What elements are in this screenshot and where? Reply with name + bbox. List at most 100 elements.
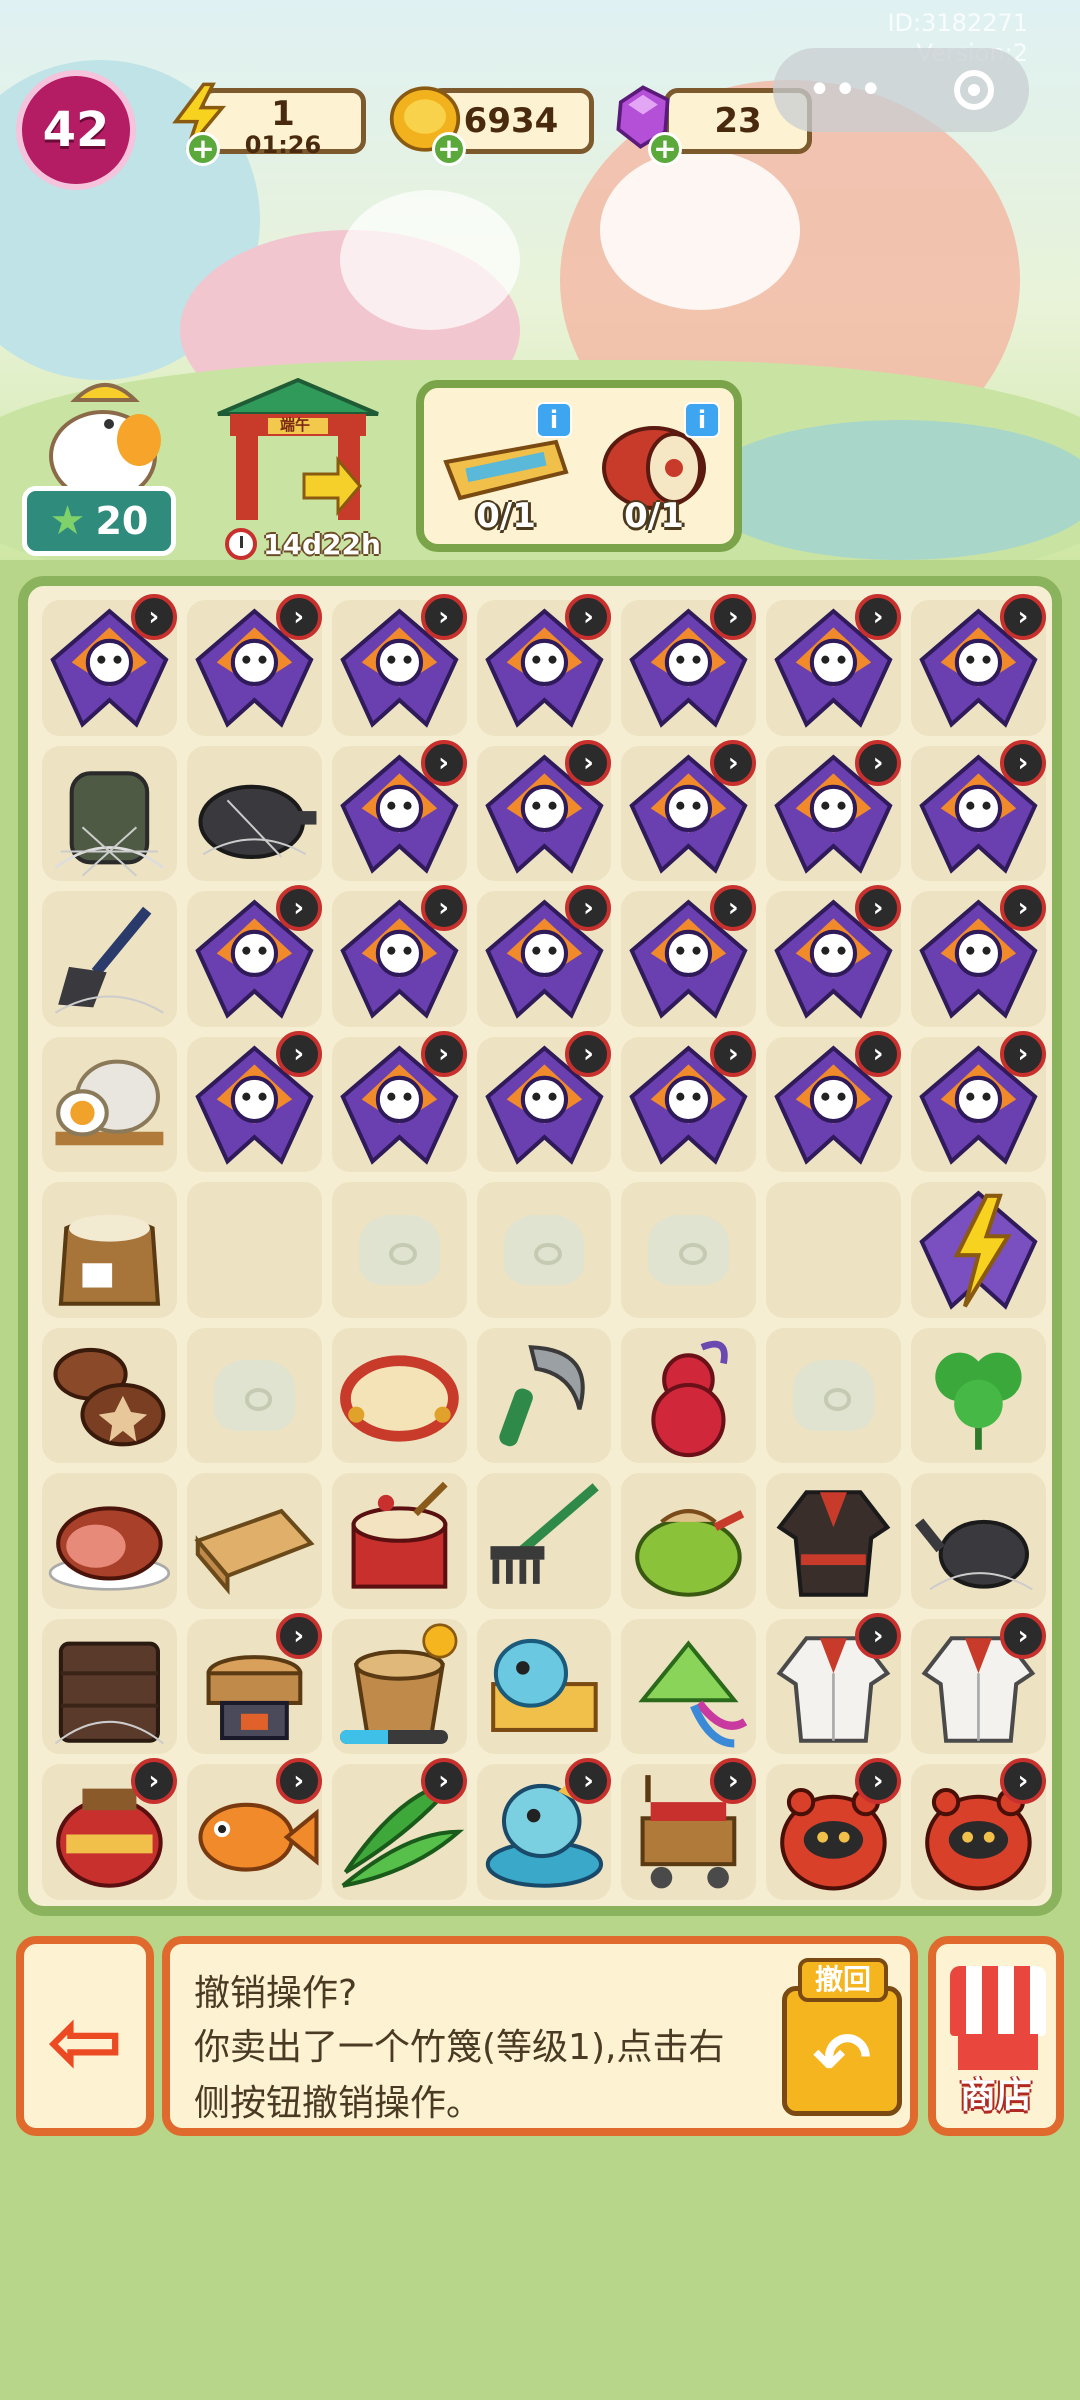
lightning-kite-icon[interactable] [911, 1182, 1046, 1318]
board-cell[interactable] [766, 1182, 902, 1318]
sickle-icon[interactable] [477, 1328, 612, 1464]
add-gems-button[interactable]: + [648, 132, 682, 166]
board-cell[interactable] [766, 1327, 902, 1464]
board-cell[interactable] [42, 1618, 177, 1755]
board-cell[interactable]: › [911, 1030, 1046, 1173]
board-cell[interactable]: › [476, 739, 612, 882]
board-cell[interactable] [476, 1182, 612, 1318]
board-cell[interactable]: › [186, 1758, 322, 1900]
undo-button[interactable]: ↶ [782, 1986, 902, 2116]
board-cell[interactable] [621, 1473, 757, 1609]
exit-button[interactable]: ⇦ [16, 1936, 154, 2136]
board-cell[interactable]: › [331, 885, 467, 1027]
cobweb-shovel-icon[interactable] [42, 891, 177, 1027]
herb-icon[interactable] [911, 1328, 1046, 1464]
zongzi-sachet-icon[interactable] [621, 1619, 756, 1755]
wood-log-icon[interactable] [187, 1473, 322, 1609]
board-cell[interactable] [911, 1473, 1046, 1609]
board-cell[interactable] [42, 1473, 177, 1609]
board-cell[interactable] [621, 1182, 757, 1318]
board-cell[interactable]: › [331, 594, 467, 736]
board-cell[interactable]: › [621, 739, 757, 882]
board-cell[interactable]: › [42, 1758, 177, 1900]
board-cell[interactable] [911, 1182, 1046, 1318]
player-level-badge[interactable]: 42 [16, 70, 136, 190]
board-cell[interactable]: › [331, 1030, 467, 1173]
board-cell[interactable]: › [911, 1612, 1046, 1755]
info-icon[interactable]: i [684, 402, 720, 438]
board-cell[interactable] [621, 1327, 757, 1464]
board-cell[interactable] [42, 891, 177, 1027]
more-options-icon[interactable]: ••• [808, 67, 885, 113]
board-cell[interactable]: › [186, 885, 322, 1027]
board-cell[interactable]: › [42, 594, 177, 736]
board-cell[interactable]: › [766, 594, 902, 736]
rice-sack-icon[interactable] [42, 1182, 177, 1318]
board-cell[interactable] [331, 1473, 467, 1609]
tambourine-icon[interactable] [332, 1328, 467, 1464]
star-counter[interactable]: ★ 20 [22, 486, 176, 556]
miniprogram-capsule[interactable]: ••• [773, 48, 1029, 132]
board-cell[interactable] [331, 1618, 467, 1755]
board-cell[interactable]: › [621, 1030, 757, 1173]
board-cell[interactable] [186, 1327, 322, 1464]
info-icon[interactable]: i [536, 402, 572, 438]
green-pouch-icon[interactable] [621, 1473, 756, 1609]
board-cell[interactable]: › [911, 885, 1046, 1027]
board-cell[interactable] [476, 1473, 612, 1609]
drum-icon[interactable] [332, 1473, 467, 1609]
board-cell[interactable] [911, 1327, 1046, 1464]
mushrooms-icon[interactable] [42, 1328, 177, 1464]
board-cell[interactable]: › [476, 1758, 612, 1900]
board-cell[interactable]: › [766, 885, 902, 1027]
board-cell[interactable]: › [766, 1030, 902, 1173]
board-cell[interactable] [42, 1327, 177, 1464]
board-cell[interactable] [331, 1327, 467, 1464]
board-cell[interactable] [42, 745, 177, 882]
board-cell[interactable]: › [331, 1758, 467, 1900]
board-cell[interactable] [186, 1182, 322, 1318]
board-cell[interactable]: › [621, 594, 757, 736]
rake-icon[interactable] [477, 1473, 612, 1609]
board-cell[interactable]: › [186, 1030, 322, 1173]
shop-button[interactable]: 商店 [928, 1936, 1064, 2136]
board-cell[interactable]: › [766, 1612, 902, 1755]
board-cell[interactable] [621, 1618, 757, 1755]
drum-order[interactable]: i 0/1 [584, 402, 724, 542]
cobweb-backpack-icon[interactable] [42, 746, 177, 882]
board-cell[interactable] [766, 1473, 902, 1609]
board-cell[interactable] [476, 1618, 612, 1755]
board-cell[interactable]: › [186, 1612, 322, 1755]
board-cell[interactable]: › [621, 885, 757, 1027]
board-cell[interactable]: › [186, 594, 322, 736]
board-cell[interactable]: › [911, 594, 1046, 736]
close-miniprogram-icon[interactable] [954, 70, 995, 110]
salted-egg-icon[interactable] [42, 1037, 177, 1173]
board-cell[interactable] [186, 1473, 322, 1609]
board-cell[interactable] [331, 1182, 467, 1318]
board-cell[interactable]: › [766, 739, 902, 882]
board-cell[interactable]: › [621, 1758, 757, 1900]
board-cell[interactable] [42, 1182, 177, 1318]
add-energy-button[interactable]: + [186, 132, 220, 166]
board-cell[interactable]: › [476, 594, 612, 736]
board-cell[interactable]: › [911, 1758, 1046, 1900]
robe-icon[interactable] [766, 1473, 901, 1609]
cobweb-pot-icon[interactable] [187, 746, 322, 882]
board-cell[interactable] [42, 1036, 177, 1173]
dragon-boat-box-icon[interactable] [477, 1619, 612, 1755]
board-cell[interactable]: › [766, 1758, 902, 1900]
board-cell[interactable] [186, 745, 322, 882]
ham-icon[interactable] [42, 1473, 177, 1609]
dragon-boat-order[interactable]: i 0/1 [436, 402, 576, 542]
red-gourd-icon[interactable] [621, 1328, 756, 1464]
dragon-boat-festival-gate[interactable]: 端午 [208, 374, 388, 524]
add-coins-button[interactable]: + [432, 132, 466, 166]
board-cell[interactable]: › [476, 885, 612, 1027]
duck-mascot[interactable] [35, 370, 175, 502]
board-cell[interactable]: › [911, 739, 1046, 882]
cobweb-box-icon[interactable] [42, 1619, 177, 1755]
board-cell[interactable]: › [476, 1030, 612, 1173]
cobweb-kettle-icon[interactable] [911, 1473, 1046, 1609]
board-cell[interactable] [476, 1327, 612, 1464]
